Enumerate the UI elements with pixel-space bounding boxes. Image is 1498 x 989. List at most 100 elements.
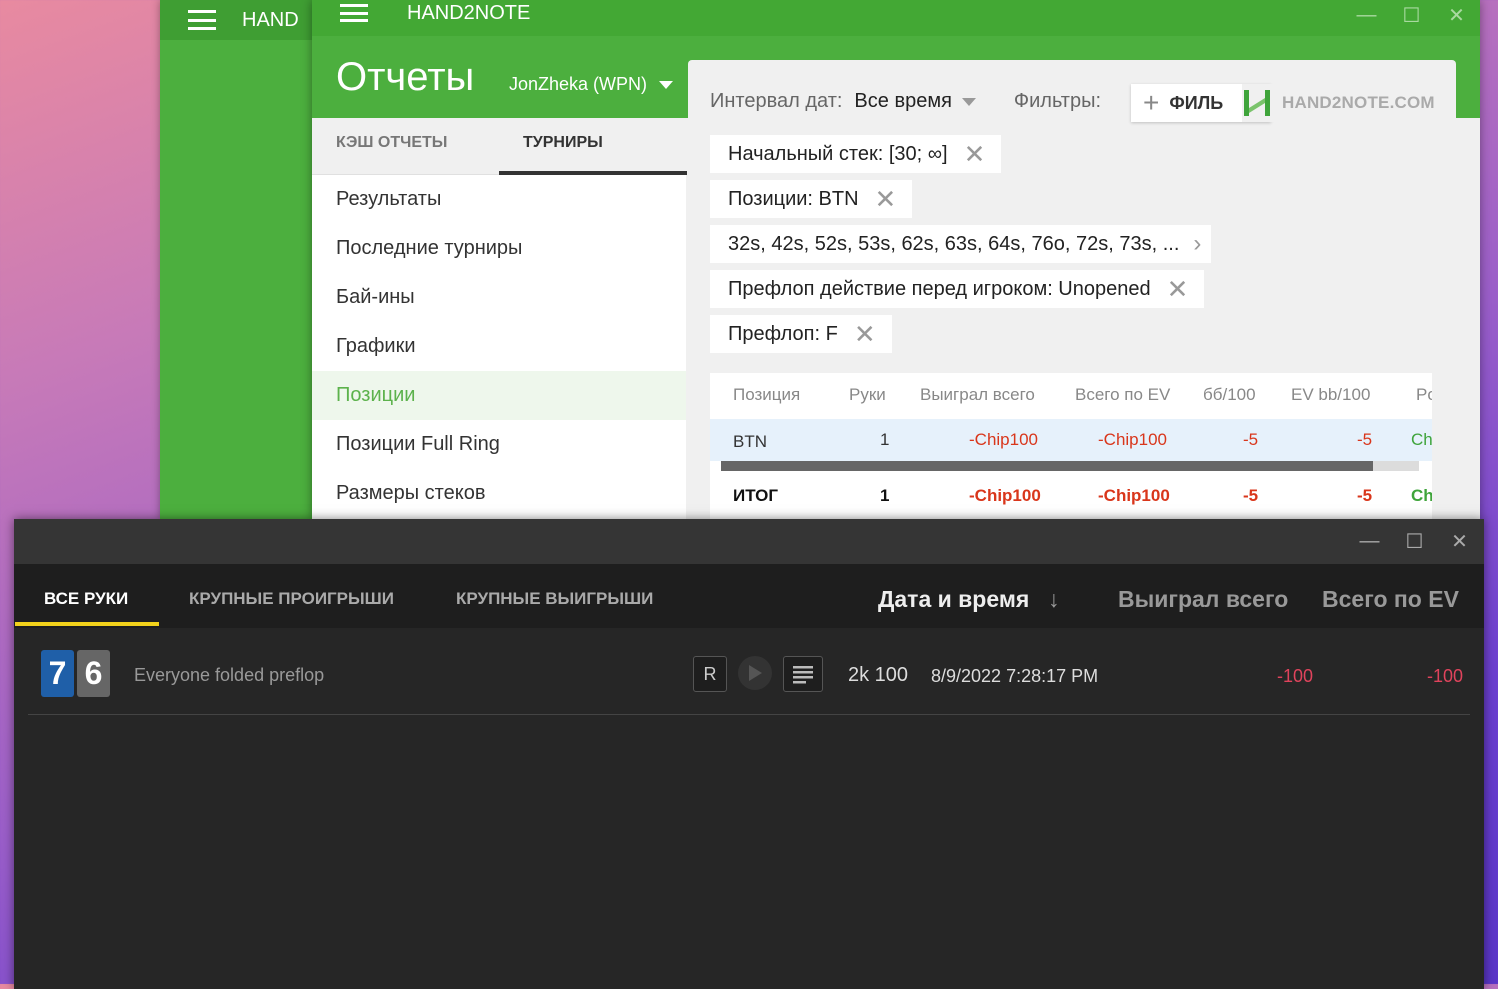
app-title: HAND2NOTE [407,2,531,24]
tab-tournaments[interactable]: ТУРНИРЫ [523,134,603,152]
nav-item-recent-tournaments[interactable]: Последние турниры [312,224,686,273]
column-header[interactable]: Всего по EV [1075,385,1170,405]
cell-won-total: -Chip100 [969,486,1041,505]
cell-ev-total: -Chip100 [1098,486,1170,505]
close-icon[interactable]: ✕ [875,184,897,215]
sort-arrow-down-icon[interactable]: ↓ [1048,586,1060,613]
filter-chip-label: 32s, 42s, 52s, 53s, 62s, 63s, 64s, 76o, … [728,232,1180,255]
cell-ev-bb100: -5 [1357,486,1373,505]
background-app-title: HAND [242,8,299,31]
nav-item-stack-sizes[interactable]: Размеры стеков [312,469,686,518]
positions-table: Позиция Руки Выиграл всего Всего по EV б… [710,373,1432,520]
tab-all-hands[interactable]: ВСЕ РУКИ [44,589,128,609]
replay-r-label: R [703,663,717,684]
active-tab-indicator [499,171,687,175]
add-filter-label: ФИЛЬ [1169,92,1224,113]
user-name: JonZheka (WPN) [509,74,648,94]
hand-datetime: 8/9/2022 7:28:17 PM [931,666,1099,686]
report-card: Интервал дат: Все время Фильтры: + ФИЛЬ … [688,60,1456,520]
maximize-icon[interactable]: ☐ [1389,0,1434,30]
tab-cash-reports[interactable]: КЭШ ОТЧЕТЫ [336,134,447,152]
close-icon[interactable]: ✕ [1167,274,1189,305]
reports-sidebar: КЭШ ОТЧЕТЫ ТУРНИРЫ Результаты Последние … [312,118,687,520]
filter-chip-preflop-action-before[interactable]: Префлоп действие перед игроком: Unopened… [710,270,1205,308]
cell-total-label: ИТОГ [733,486,779,505]
sort-won-total[interactable]: Выиграл всего [1118,586,1288,613]
cell-position: BTN [733,432,767,451]
table-row[interactable]: BTN 1 -Chip100 -Chip100 -5 -5 Ch [710,419,1432,461]
hole-card: 7 [41,650,74,697]
close-icon[interactable]: ✕ [1437,519,1482,564]
tab-big-losses[interactable]: КРУПНЫЕ ПРОИГРЫШИ [189,589,394,609]
filter-chip-hands[interactable]: 32s, 42s, 52s, 53s, 62s, 63s, 64s, 76o, … [710,225,1212,263]
close-icon[interactable]: ✕ [1434,0,1479,30]
cell-truncated: Ch [1411,430,1432,449]
maximize-icon[interactable]: ☐ [1392,519,1437,564]
date-interval-select[interactable]: Все время [854,90,951,113]
minimize-icon[interactable]: — [1344,0,1389,30]
column-header[interactable]: Выиграл всего [920,385,1035,405]
nav-item-positions[interactable]: Позиции [312,371,686,420]
hands-titlebar: — ☐ ✕ [14,519,1484,564]
tab-big-wins[interactable]: КРУПНЫЕ ВЫИГРЫШИ [456,589,653,609]
chevron-right-icon[interactable]: › [1193,230,1201,258]
filter-chip-label: Позиции: BTN [728,187,859,210]
column-header[interactable]: Руки [849,385,886,405]
hand-ev: -100 [1427,666,1464,686]
user-selector[interactable]: JonZheka (WPN) [509,74,674,95]
filter-chip-label: Префлоп действие перед игроком: Unopened [728,277,1151,300]
filter-chip-label: Префлоп: F [728,322,838,345]
cell-hands: 1 [880,430,890,449]
cell-ev-bb100: -5 [1357,430,1373,449]
logo-text: HAND2NOTE.COM [1282,93,1435,112]
column-header[interactable]: Po [1416,385,1432,405]
hands-window: — ☐ ✕ ВСЕ РУКИ КРУПНЫЕ ПРОИГРЫШИ КРУПНЫЕ… [14,519,1484,989]
cell-won-total: -Chip100 [969,430,1038,449]
background-titlebar: HAND [160,0,320,40]
sort-ev-total[interactable]: Всего по EV [1322,586,1459,613]
background-window: HAND [160,0,320,520]
logo-icon [1244,90,1270,116]
chevron-down-icon[interactable] [961,97,976,106]
column-header[interactable]: бб/100 [1203,385,1256,405]
date-interval-label: Интервал дат: [710,90,843,112]
filter-chip-label: Начальный стек: [30; ∞] [728,142,948,165]
table-total-row: ИТОГ 1 -Chip100 -Chip100 -5 -5 Ch [710,474,1432,516]
hand-history-button[interactable] [783,656,823,692]
play-button[interactable] [738,656,772,690]
column-header[interactable]: Позиция [733,385,800,405]
text-lines-icon [793,666,813,684]
hand-row[interactable]: 7 6 Everyone folded preflop R 2k 100 8/9… [28,628,1470,715]
replay-r-button[interactable]: R [693,656,727,692]
column-header[interactable]: EV bb/100 [1291,385,1370,405]
stakes: 2k 100 [848,664,909,686]
filter-chip-starting-stack[interactable]: Начальный стек: [30; ∞] ✕ [710,135,1002,173]
cell-bb100: -5 [1243,430,1259,449]
nav-item-buyins[interactable]: Бай-ины [312,273,686,322]
cell-truncated: Ch [1411,486,1432,505]
cell-bb100: -5 [1243,486,1259,505]
reports-window: HAND2NOTE — ☐ ✕ Отчеты JonZheka (WPN) КЭ… [312,0,1480,520]
hand-description: Everyone folded preflop [134,665,325,685]
nav-item-results[interactable]: Результаты [312,175,686,224]
minimize-icon[interactable]: — [1347,519,1392,564]
menu-icon[interactable] [188,10,216,30]
close-icon[interactable]: ✕ [854,319,876,350]
play-icon [749,665,762,681]
nav-item-graphs[interactable]: Графики [312,322,686,371]
filter-chip-preflop[interactable]: Префлоп: F ✕ [710,315,892,353]
cell-ev-total: -Chip100 [1098,430,1167,449]
sort-datetime[interactable]: Дата и время [878,586,1029,613]
table-header: Позиция Руки Выиграл всего Всего по EV б… [710,373,1432,415]
close-icon[interactable]: ✕ [964,139,986,170]
plus-icon: + [1143,87,1160,118]
active-tab-indicator [15,622,159,626]
horizontal-scrollbar[interactable] [721,461,1419,471]
filters-label: Фильтры: [1013,90,1102,112]
scrollbar-thumb[interactable] [721,461,1373,471]
nav-item-positions-full-ring[interactable]: Позиции Full Ring [312,420,686,469]
menu-icon[interactable] [340,4,368,22]
page-title: Отчеты [336,55,475,99]
filter-chip-positions[interactable]: Позиции: BTN ✕ [710,180,913,218]
titlebar: HAND2NOTE — ☐ ✕ [312,0,1480,36]
